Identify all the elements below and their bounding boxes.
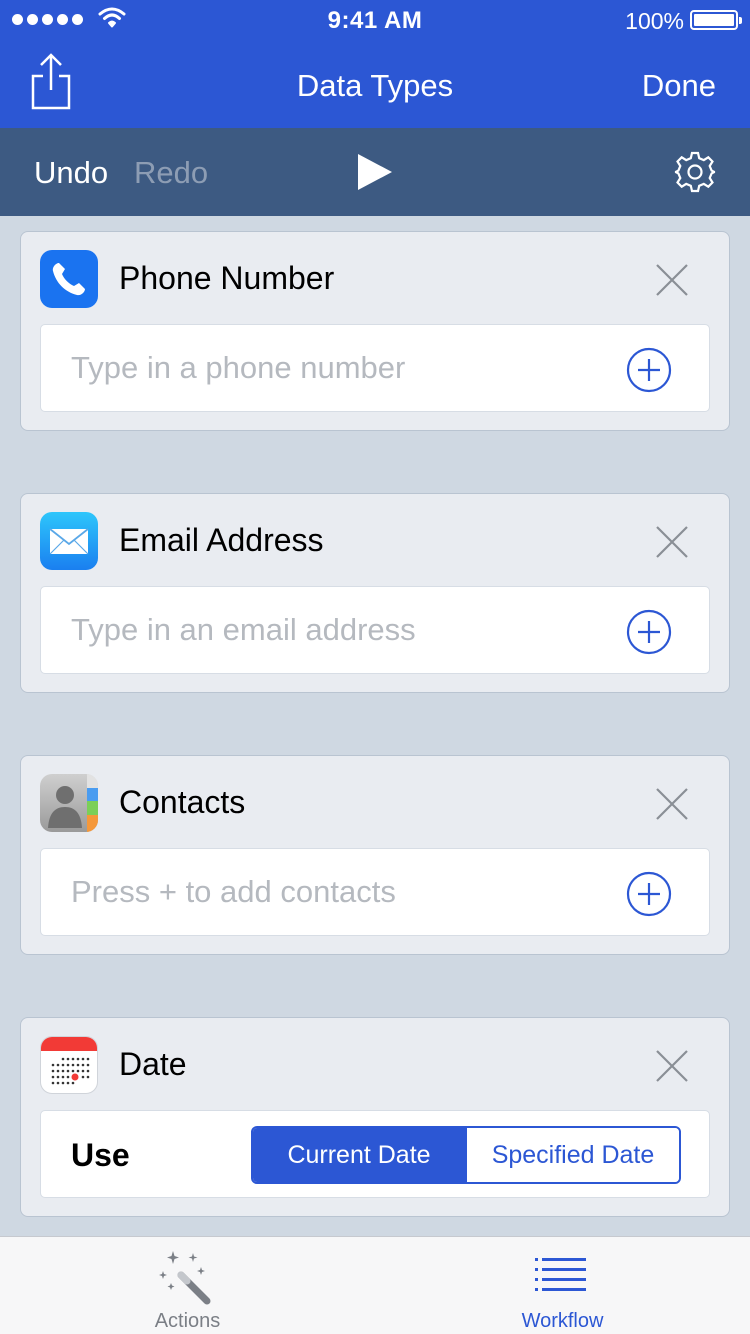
- tab-label: Actions: [154, 1310, 221, 1332]
- email-address-card: Email Address: [20, 493, 730, 693]
- email-field-container: [40, 586, 710, 674]
- close-icon[interactable]: [655, 787, 689, 821]
- date-option-container: Use Current Date Specified Date: [40, 1110, 710, 1198]
- contacts-field-container: [40, 848, 710, 936]
- current-date-segment[interactable]: Current Date: [253, 1128, 465, 1182]
- phone-number-card: Phone Number: [20, 231, 730, 431]
- play-icon[interactable]: [356, 152, 394, 192]
- calendar-icon: [40, 1036, 98, 1094]
- battery-percentage: 100%: [625, 8, 684, 34]
- phone-number-input[interactable]: [71, 345, 591, 391]
- battery-icon: [690, 10, 742, 30]
- use-label: Use: [71, 1137, 130, 1173]
- add-icon[interactable]: [626, 609, 672, 655]
- card-title: Email Address: [119, 522, 324, 558]
- redo-button[interactable]: Redo: [134, 155, 208, 191]
- card-title: Date: [119, 1046, 187, 1082]
- contacts-input[interactable]: [71, 869, 591, 915]
- add-icon[interactable]: [626, 871, 672, 917]
- gear-icon[interactable]: [673, 150, 717, 194]
- page-title: Data Types: [296, 68, 454, 103]
- tab-bar: Actions Workflow: [0, 1236, 750, 1334]
- status-bar: 9:41 AM 100%: [0, 0, 750, 40]
- magic-wand-icon: [159, 1251, 211, 1305]
- phone-number-field-container: [40, 324, 710, 412]
- close-icon[interactable]: [655, 1049, 689, 1083]
- phone-icon: [40, 250, 98, 308]
- contacts-icon: [40, 774, 98, 832]
- date-card: Date Use Current Date Specified Date: [20, 1017, 730, 1217]
- undo-button[interactable]: Undo: [34, 155, 108, 191]
- contacts-card: Contacts: [20, 755, 730, 955]
- email-address-input[interactable]: [71, 607, 591, 653]
- mail-icon: [40, 512, 98, 570]
- card-title: Contacts: [119, 784, 246, 820]
- editor-toolbar: Undo Redo: [0, 128, 750, 216]
- specified-date-segment[interactable]: Specified Date: [465, 1128, 679, 1182]
- tab-workflow[interactable]: Workflow: [375, 1237, 750, 1334]
- list-icon: [535, 1258, 586, 1291]
- card-title: Phone Number: [119, 260, 335, 296]
- add-icon[interactable]: [626, 347, 672, 393]
- close-icon[interactable]: [655, 263, 689, 297]
- date-segmented-control: Current Date Specified Date: [251, 1126, 681, 1184]
- tab-actions[interactable]: Actions: [0, 1237, 375, 1334]
- tab-label: Workflow: [521, 1310, 604, 1332]
- nav-bar: Data Types Done: [0, 40, 750, 128]
- done-button[interactable]: Done: [642, 68, 716, 104]
- close-icon[interactable]: [655, 525, 689, 559]
